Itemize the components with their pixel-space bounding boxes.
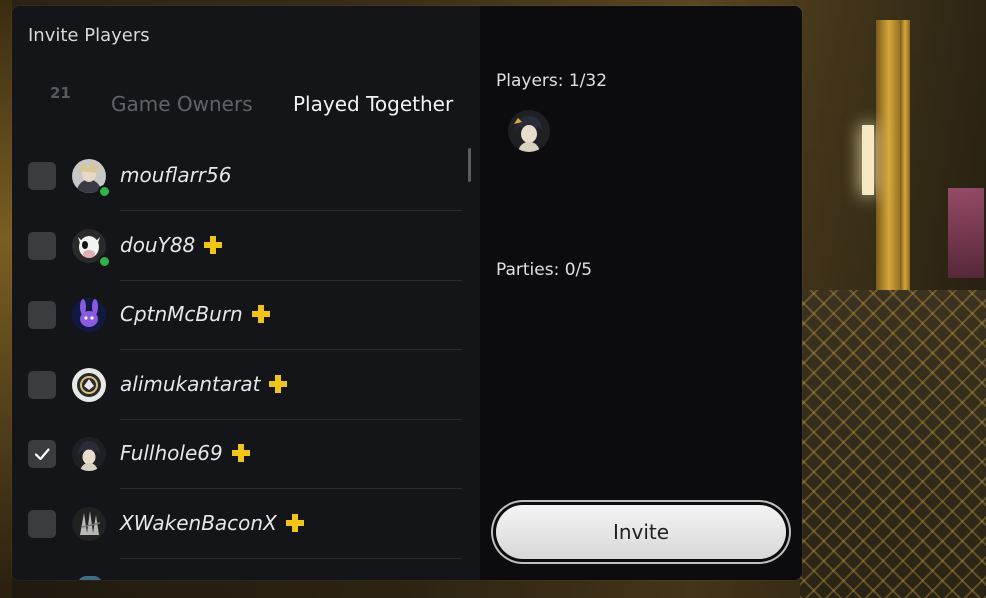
list-scrollbar[interactable] xyxy=(468,148,471,182)
tab-game-owners[interactable]: Game Owners xyxy=(111,92,253,116)
background-light xyxy=(862,125,874,195)
player-avatar xyxy=(72,298,106,333)
ps-plus-icon xyxy=(285,514,304,532)
player-checkbox[interactable] xyxy=(28,162,56,190)
online-status-icon xyxy=(98,185,111,198)
player-checkbox[interactable] xyxy=(28,370,56,399)
online-status-icon xyxy=(98,254,111,268)
anime-girl-avatar-icon xyxy=(72,437,106,472)
player-row[interactable]: douY88 xyxy=(12,211,464,281)
player-name-text: CptnMcBurn xyxy=(120,302,243,327)
player-row[interactable]: alimukantarat xyxy=(12,350,464,420)
player-row[interactable]: Fullhole69 xyxy=(12,419,464,490)
ps-plus-icon xyxy=(231,444,250,463)
player-row[interactable]: XWakenBaconX xyxy=(12,489,464,559)
parties-count: Parties: 0/5 xyxy=(496,260,593,280)
player-avatar xyxy=(72,367,106,402)
ps-plus-icon xyxy=(204,235,223,254)
player-list-pane: Invite Players 21 Game Owners Played Tog… xyxy=(12,6,480,580)
emblem-avatar-icon xyxy=(72,367,106,402)
player-name: XWakenBaconX xyxy=(120,511,305,535)
background-floor xyxy=(800,290,986,598)
background-pillar xyxy=(900,20,910,300)
player-list: mouflarr56 douY88 CptnMcBurn alimukantarat F… xyxy=(12,141,480,580)
player-row[interactable]: CptnMcBurn xyxy=(12,280,464,351)
skeleton-avatar-icon xyxy=(72,507,106,541)
player-checkbox[interactable] xyxy=(28,301,56,330)
purple-bunny-avatar-icon xyxy=(72,298,106,333)
player-name-text: Fullhole69 xyxy=(120,441,223,466)
checkmark-icon xyxy=(34,448,50,461)
dialog-title: Invite Players xyxy=(28,25,150,46)
player-name: Fullhole69 xyxy=(120,441,251,465)
background-pillar xyxy=(876,20,902,300)
background-screen xyxy=(948,188,984,278)
player-checkbox[interactable] xyxy=(28,440,56,469)
player-avatar xyxy=(72,507,106,541)
player-name-text: douY88 xyxy=(120,232,196,257)
player-row[interactable]: mouflarr56 xyxy=(12,141,464,211)
background-left-strip xyxy=(0,0,12,598)
ps-plus-icon xyxy=(269,374,288,393)
tab-played-together[interactable]: Played Together xyxy=(293,92,453,116)
player-name-text: XWakenBaconX xyxy=(120,511,277,535)
tab-count-badge: 21 xyxy=(50,84,71,102)
players-count: Players: 1/32 xyxy=(496,71,608,91)
invite-button[interactable]: Invite xyxy=(496,505,786,559)
anime-girl-avatar-icon xyxy=(508,110,550,152)
player-name: mouflarr56 xyxy=(120,163,231,187)
player-avatar xyxy=(72,437,106,472)
player-name-text: mouflarr56 xyxy=(120,163,232,187)
player-name-text: alimukantarat xyxy=(120,371,261,396)
ps-plus-icon xyxy=(251,305,270,324)
invite-players-dialog: Invite Players 21 Game Owners Played Tog… xyxy=(12,6,802,580)
player-checkbox[interactable] xyxy=(28,510,56,538)
player-name: douY88 xyxy=(120,233,223,257)
row-divider xyxy=(120,558,462,559)
player-name: CptnMcBurn xyxy=(120,302,271,326)
selected-player-avatar xyxy=(508,110,550,152)
player-name: alimukantarat xyxy=(120,372,288,396)
selection-summary-pane: Players: 1/32 Parties: 0/5 Invite xyxy=(480,6,802,580)
player-checkbox[interactable] xyxy=(28,231,56,260)
next-row-avatar-peek xyxy=(78,576,102,580)
